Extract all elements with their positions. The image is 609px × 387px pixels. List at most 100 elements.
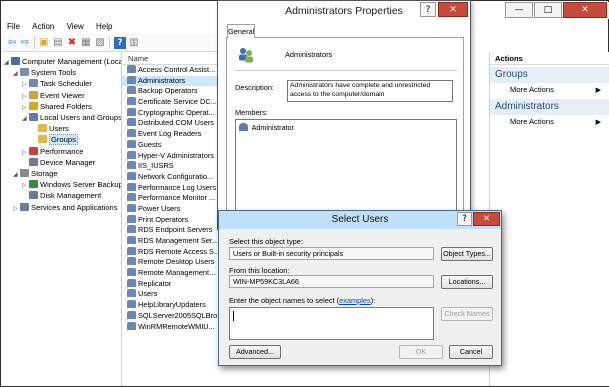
menu-file[interactable]: File	[2, 20, 25, 33]
description-field[interactable]: Administrators have complete and unrestr…	[287, 80, 453, 102]
help-icon[interactable]: ?	[114, 37, 126, 49]
export-list-icon[interactable]: ▧	[94, 37, 106, 49]
groups-list: Name Access Control Assist... Administrat…	[122, 52, 219, 386]
list-item[interactable]: Network Configuratio...	[122, 171, 219, 183]
tree-node-icon	[29, 90, 38, 99]
tree-item[interactable]: ◢ System Tools	[13, 67, 76, 78]
object-names-input[interactable]	[229, 307, 434, 340]
minimize-button[interactable]: —	[505, 2, 533, 18]
list-item[interactable]: Distributed COM Users	[122, 118, 219, 129]
delete-icon[interactable]: ✖	[66, 37, 78, 49]
tree-item[interactable]: ◢ Local Users and Groups	[22, 112, 121, 124]
toolbar-separator	[34, 37, 35, 49]
tree-expander-icon[interactable]: ◢	[4, 57, 11, 68]
tree-item[interactable]: Device Manager	[22, 157, 95, 168]
object-types-button[interactable]: Object Types...	[441, 247, 493, 261]
tree-item[interactable]: ▷ Shared Folders	[22, 101, 92, 112]
list-item[interactable]: Print Operators	[122, 214, 219, 226]
list-item[interactable]: Power Users	[122, 203, 219, 215]
menu-action[interactable]: Action	[27, 20, 59, 33]
cancel-button[interactable]: Cancel	[449, 345, 493, 359]
list-item[interactable]: Performance Log Users	[122, 182, 219, 194]
close-button[interactable]: ✕	[563, 2, 607, 18]
tree-node-icon	[29, 101, 38, 110]
list-item-label: Certificate Service DC...	[138, 97, 217, 107]
tree-expander-icon[interactable]: ◢	[13, 169, 20, 180]
list-item[interactable]: Replicator	[122, 278, 219, 290]
dialog-help-button[interactable]: ?	[420, 2, 436, 17]
tree-item[interactable]: ▷ Services and Applications	[13, 202, 118, 213]
up-folder-icon[interactable]: ▣	[38, 37, 50, 49]
object-type-field: Users or Built-in security principals	[229, 247, 434, 260]
tab-general[interactable]: General	[227, 24, 255, 38]
list-item[interactable]: Remote Management...	[122, 268, 219, 279]
tree-item[interactable]: ▷ Performance	[22, 146, 83, 157]
list-item-label: Users	[138, 289, 158, 299]
tree-item-label: Storage	[31, 169, 58, 178]
properties-icon[interactable]: ▦	[80, 37, 92, 49]
list-item[interactable]: Guests	[122, 139, 219, 151]
tree-expander-icon[interactable]: ▷	[13, 203, 20, 214]
maximize-button[interactable]: □	[534, 2, 562, 18]
list-item[interactable]: Performance Monitor ...	[122, 193, 219, 204]
list-item[interactable]: Certificate Service DC...	[122, 97, 219, 108]
list-item-label: SQLServer2005SQLBro...	[138, 310, 219, 320]
group-icon	[127, 193, 136, 202]
tree-item[interactable]: ▷ Task Scheduler	[22, 78, 92, 89]
list-item[interactable]: Hyper-V Administrators	[122, 150, 219, 162]
locations-button[interactable]: Locations...	[441, 275, 493, 289]
dialog-close-button[interactable]: ✕	[473, 212, 500, 226]
dialog-close-button[interactable]: ✕	[438, 2, 468, 17]
tree-item-label: Event Viewer	[40, 90, 85, 100]
tree-expander-icon[interactable]: ◢	[22, 113, 29, 124]
members-list[interactable]: Administrator	[235, 119, 457, 219]
tree-item[interactable]: Groups	[31, 134, 78, 146]
more-actions-groups[interactable]: More Actions ▶	[490, 83, 609, 97]
check-names-button[interactable]: Check Names	[441, 307, 493, 321]
list-item[interactable]: RDS Endpoint Servers	[122, 225, 219, 236]
action-pane-icon[interactable]: ▥	[128, 37, 140, 49]
tree-item[interactable]: ▷ Windows Server Backup	[22, 179, 121, 190]
list-item[interactable]: Cryptographic Operat...	[122, 107, 219, 119]
list-item[interactable]: WinRMRemoteWMIU...	[122, 321, 219, 333]
list-item[interactable]: RDS Management Ser...	[122, 236, 219, 247]
menu-view[interactable]: View	[62, 20, 89, 33]
dialog-help-button[interactable]: ?	[457, 212, 472, 226]
tree-item[interactable]: ◢ Computer Management (Local	[4, 56, 121, 68]
list-item[interactable]: Remote Desktop Users	[122, 257, 219, 268]
tree-item[interactable]: ◢ Storage	[13, 168, 58, 179]
list-item[interactable]: Event Log Readers	[122, 129, 219, 140]
actions-section-administrators[interactable]: Administrators	[490, 99, 609, 115]
list-item[interactable]: Administrators	[122, 75, 219, 87]
location-label: From this location:	[229, 266, 290, 275]
tree-item[interactable]: Disk Management	[22, 190, 101, 201]
ok-button[interactable]: OK	[399, 345, 443, 359]
toolbar: ⇦ ⇨ ▣ ▤ ✖ ▦ ▧ ? ▥	[2, 34, 220, 52]
group-icon	[127, 321, 136, 330]
advanced-button[interactable]: Advanced...	[229, 345, 281, 359]
actions-header: Actions	[490, 52, 609, 65]
group-icon	[127, 139, 136, 148]
tree-item[interactable]: ▷ Event Viewer	[22, 90, 85, 101]
tree-node-icon	[20, 202, 29, 211]
show-hide-tree-icon[interactable]: ▤	[52, 37, 64, 49]
list-item[interactable]: SQLServer2005SQLBro...	[122, 310, 219, 322]
list-item[interactable]: Users	[122, 289, 219, 300]
forward-arrow-icon[interactable]: ⇨	[19, 37, 31, 49]
list-item-label: Performance Log Users	[138, 182, 217, 192]
menu-help[interactable]: Help	[91, 20, 117, 33]
list-item[interactable]: HelpLibraryUpdaters	[122, 300, 219, 311]
list-item[interactable]: Backup Operators	[122, 86, 219, 97]
tree-item[interactable]: Users	[31, 123, 69, 134]
member-item[interactable]: Administrator	[239, 123, 294, 132]
list-item[interactable]: RDS Remote Access S...	[122, 246, 219, 258]
back-arrow-icon[interactable]: ⇦	[6, 37, 18, 49]
tree-expander-icon[interactable]: ◢	[13, 68, 20, 79]
actions-section-groups[interactable]: Groups	[490, 67, 609, 83]
submenu-arrow-icon: ▶	[595, 118, 601, 126]
more-actions-administrators[interactable]: More Actions ▶	[490, 115, 609, 129]
list-header-name[interactable]: Name	[122, 52, 219, 65]
list-item[interactable]: Access Control Assist...	[122, 65, 219, 76]
examples-link[interactable]: examples	[339, 296, 371, 305]
list-item[interactable]: IIS_IUSRS	[122, 161, 219, 172]
